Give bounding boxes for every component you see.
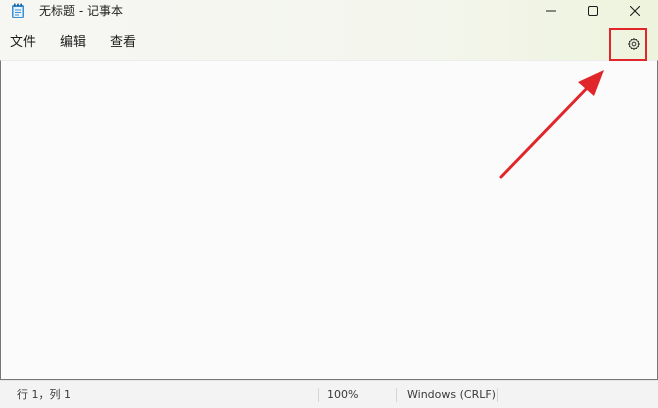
gear-icon — [627, 37, 641, 51]
menu-edit[interactable]: 编辑 — [58, 28, 88, 58]
minimize-button[interactable] — [529, 0, 573, 22]
maximize-icon — [588, 6, 598, 16]
menu-file[interactable]: 文件 — [8, 28, 38, 58]
menu-view[interactable]: 查看 — [108, 28, 138, 58]
window-chrome: 无标题 - 记事本 文件 编辑 查看 — [0, 0, 658, 60]
status-divider — [497, 388, 498, 402]
window-title: 无标题 - 记事本 — [39, 4, 123, 18]
zoom-level[interactable]: 100% — [327, 381, 358, 408]
maximize-button[interactable] — [571, 0, 615, 22]
menu-bar: 文件 编辑 查看 — [0, 28, 658, 58]
title-bar: 无标题 - 记事本 — [0, 0, 658, 22]
line-ending[interactable]: Windows (CRLF) — [407, 381, 496, 408]
status-divider — [318, 388, 319, 402]
status-bar: 行 1，列 1 100% Windows (CRLF) — [0, 380, 658, 408]
status-divider — [396, 388, 397, 402]
cursor-position: 行 1，列 1 — [17, 388, 71, 401]
text-editor[interactable] — [0, 60, 658, 380]
minimize-icon — [546, 10, 556, 12]
close-icon — [630, 6, 640, 16]
settings-button[interactable] — [625, 35, 643, 53]
close-button[interactable] — [613, 0, 657, 22]
notepad-icon — [11, 3, 25, 19]
notepad-window: 无标题 - 记事本 文件 编辑 查看 行 1，列 1 100% Windows … — [0, 0, 658, 408]
